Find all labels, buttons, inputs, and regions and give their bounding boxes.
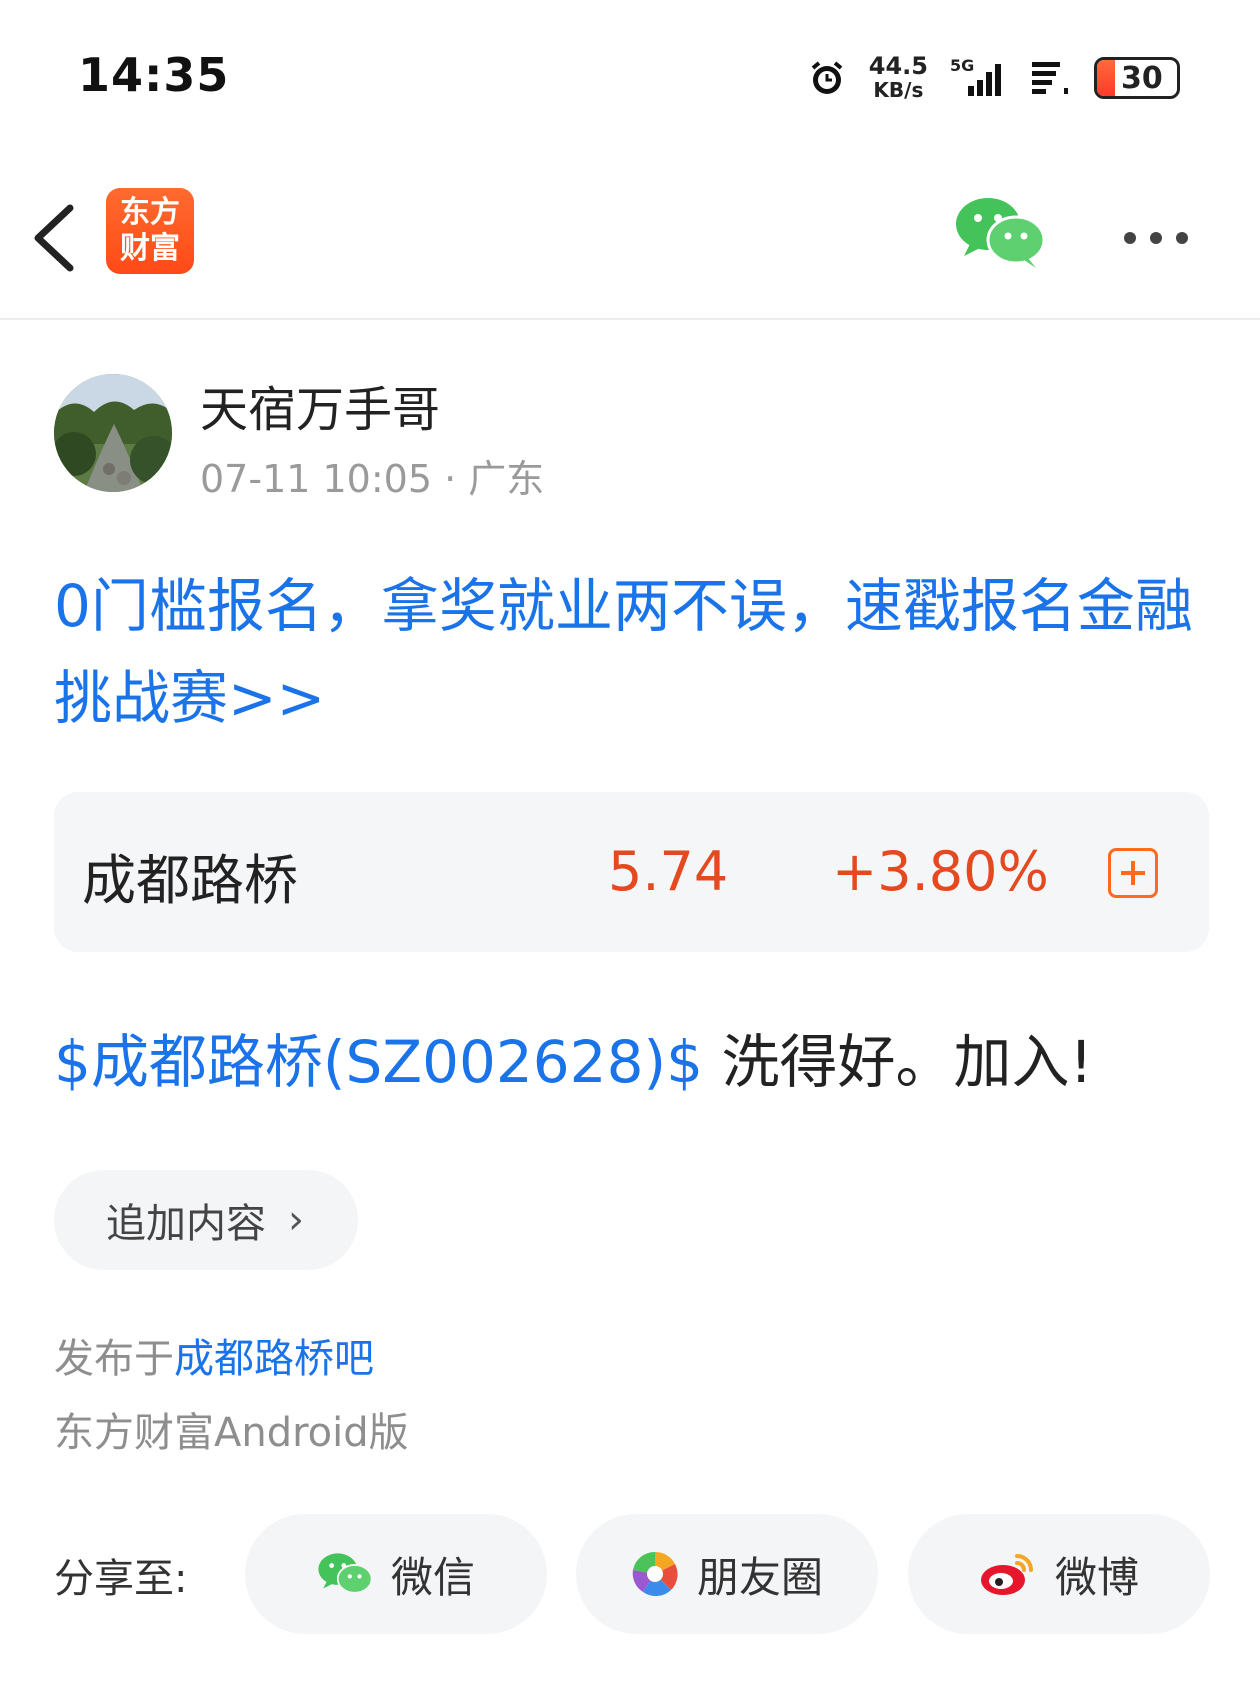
stock-price: 5.74 <box>608 840 729 903</box>
weibo-icon <box>980 1554 1033 1595</box>
status-bar-icons: 44.5 KB/s 5G 30 <box>807 50 1180 106</box>
eastmoney-logo: 东方 财富 <box>106 188 194 274</box>
stock-name: 成都路桥 <box>82 849 298 912</box>
wechat-icon[interactable] <box>954 194 1046 270</box>
author-name[interactable]: 天宿万手哥 <box>200 370 440 440</box>
stock-change: +3.80% <box>832 840 1049 903</box>
share-label: 分享至: <box>54 1556 188 1602</box>
share-wechat-label: 微信 <box>390 1552 475 1602</box>
network-speed: 44.5 KB/s <box>869 54 928 102</box>
network-speed-value: 44.5 <box>868 52 928 80</box>
status-time: 14:35 <box>78 48 230 102</box>
post-text: 洗得好。加入! <box>703 1028 1093 1096</box>
top-nav-bar: 东方 财富 <box>0 150 1260 320</box>
client-info: 东方财富Android版 <box>54 1410 409 1456</box>
stock-bar-link[interactable]: 成都路桥吧 <box>174 1336 374 1382</box>
battery-level: 30 <box>1121 60 1163 96</box>
alarm-icon <box>811 61 843 94</box>
add-to-watchlist-icon[interactable] <box>1108 848 1158 898</box>
share-weibo-button[interactable]: 微博 <box>908 1514 1210 1634</box>
logo-line-2: 财富 <box>120 231 180 266</box>
more-options-icon[interactable] <box>1124 228 1200 248</box>
signal-icon: 5G <box>950 56 1008 100</box>
stock-card[interactable]: 成都路桥 5.74 +3.80% <box>54 792 1209 952</box>
post-content: $成都路桥(SZ002628)$ 洗得好。加入! <box>54 1022 1093 1102</box>
published-in: 发布于成都路桥吧 <box>54 1326 374 1384</box>
data-transfer-icon <box>1032 62 1068 94</box>
share-moments-label: 朋友圈 <box>696 1552 823 1602</box>
post-meta: 07-11 10:05 · 广东 <box>200 457 545 501</box>
append-content-label: 追加内容 <box>106 1201 266 1247</box>
network-speed-unit: KB/s <box>873 78 924 102</box>
moments-icon <box>632 1551 678 1597</box>
append-content-button[interactable]: 追加内容 › <box>54 1170 358 1270</box>
avatar[interactable] <box>54 374 172 492</box>
wechat-icon <box>318 1553 373 1594</box>
chevron-right-icon: › <box>288 1197 304 1243</box>
stock-tag-link[interactable]: $成都路桥(SZ002628)$ <box>54 1028 703 1096</box>
promo-link[interactable]: 0门槛报名，拿奖就业两不误，速戳报名金融挑战赛>> <box>54 560 1204 744</box>
battery-indicator: 30 <box>1094 57 1180 99</box>
logo-line-1: 东方 <box>120 195 180 230</box>
share-moments-button[interactable]: 朋友圈 <box>576 1514 878 1634</box>
share-wechat-button[interactable]: 微信 <box>245 1514 547 1634</box>
share-weibo-label: 微博 <box>1054 1552 1139 1602</box>
back-arrow-icon[interactable] <box>26 200 86 276</box>
published-prefix: 发布于 <box>54 1336 174 1382</box>
